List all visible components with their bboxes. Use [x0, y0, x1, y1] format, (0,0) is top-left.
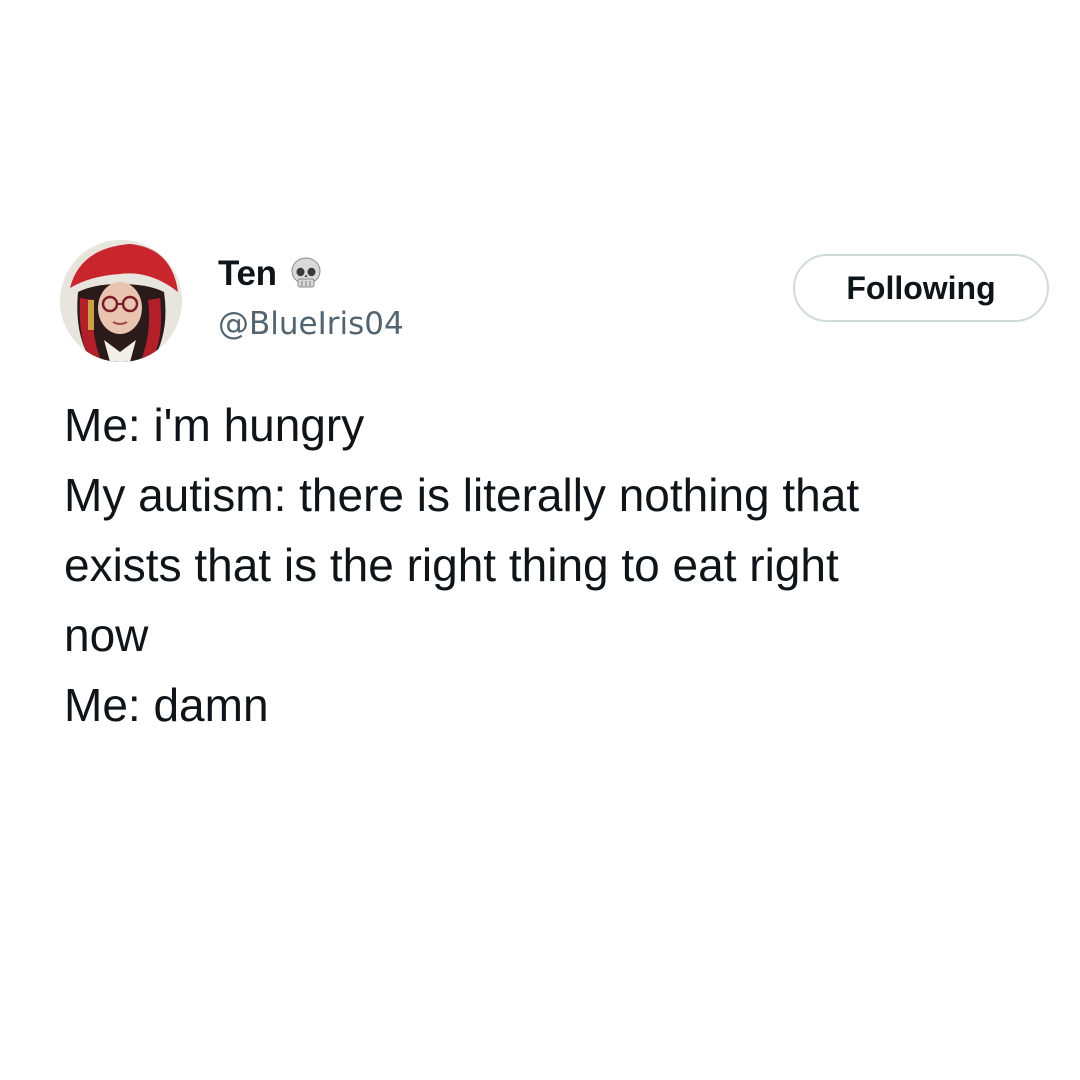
tweet-card: Ten @BlueIris04 Following Me: i'm hungry…: [0, 0, 1080, 1080]
tweet-line: Me: i'm hungry: [64, 399, 365, 451]
following-button[interactable]: Following: [793, 254, 1049, 322]
author-display-name[interactable]: Ten: [218, 254, 277, 294]
avatar-image: [60, 240, 182, 362]
skull-icon: [287, 255, 325, 293]
tweet-line: exists that is the right thing to eat ri…: [64, 539, 839, 591]
tweet-line: now: [64, 609, 149, 661]
tweet-text: Me: i'm hungry My autism: there is liter…: [64, 390, 1054, 740]
tweet-line: Me: damn: [64, 679, 269, 731]
avatar[interactable]: [60, 240, 182, 362]
author-name-row: Ten: [218, 252, 325, 296]
author-handle[interactable]: @BlueIris04: [218, 306, 404, 342]
tweet-line: My autism: there is literally nothing th…: [64, 469, 860, 521]
